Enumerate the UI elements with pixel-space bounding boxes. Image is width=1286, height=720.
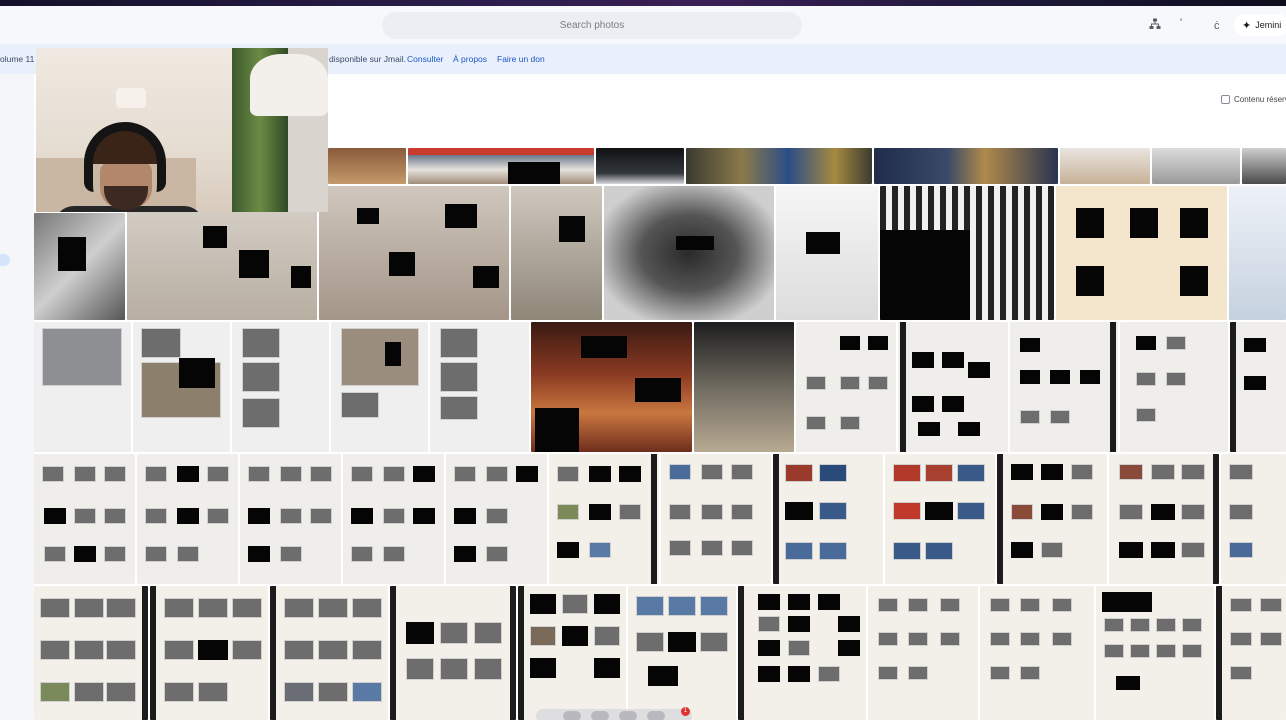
photo-thumbnail[interactable] (1230, 322, 1286, 452)
photo-thumbnail[interactable] (343, 454, 444, 584)
photo-thumbnail[interactable] (531, 322, 692, 452)
photo-thumbnail[interactable] (596, 148, 684, 184)
search-input[interactable]: Search photos (560, 20, 625, 31)
webcam-hanging-hat (250, 54, 328, 116)
sitemap-icon[interactable] (1149, 18, 1161, 34)
photo-thumbnail[interactable] (1096, 586, 1214, 720)
photo-thumbnail[interactable] (1010, 322, 1118, 452)
photo-thumbnail[interactable] (776, 186, 878, 320)
photo-thumbnail[interactable] (1152, 148, 1240, 184)
photo-thumbnail[interactable] (1242, 148, 1286, 184)
photo-thumbnail[interactable] (446, 454, 547, 584)
photo-thumbnail[interactable] (661, 454, 771, 584)
photo-thumbnail[interactable] (549, 454, 659, 584)
photo-thumbnail[interactable] (150, 586, 268, 720)
photo-thumbnail[interactable] (738, 586, 866, 720)
banner-link-apropos[interactable]: À propos (453, 54, 487, 64)
photo-thumbnail[interactable] (390, 586, 516, 720)
photo-thumbnail[interactable] (133, 322, 230, 452)
banner-volume-text: olume 11 (0, 54, 35, 64)
photo-thumbnail[interactable] (34, 213, 125, 320)
banner-link-don[interactable]: Faire un don (497, 54, 545, 64)
photo-thumbnail[interactable] (1060, 148, 1150, 184)
photo-thumbnail[interactable] (319, 186, 509, 320)
gemini-label: Jemini (1255, 20, 1282, 30)
photo-thumbnail[interactable] (686, 148, 872, 184)
photo-thumbnail[interactable] (997, 454, 1107, 584)
photo-thumbnail[interactable] (1120, 322, 1228, 452)
webcam-person-headphones (84, 122, 166, 192)
dock-app-icon[interactable] (619, 711, 637, 720)
taskbar-dock: 1 (536, 707, 692, 720)
photo-thumbnail[interactable] (604, 186, 774, 320)
photo-thumbnail[interactable] (1216, 586, 1286, 720)
banner-link-consulter[interactable]: Consulter (407, 54, 443, 64)
photo-thumbnail[interactable] (898, 322, 1008, 452)
photo-thumbnail[interactable] (885, 454, 995, 584)
photo-thumbnail[interactable] (137, 454, 238, 584)
photo-thumbnail[interactable] (773, 454, 883, 584)
notification-badge: 1 (681, 707, 690, 716)
photo-thumbnail[interactable] (880, 186, 1054, 320)
dock-app-icon[interactable] (591, 711, 609, 720)
webcam-overlay (36, 48, 328, 212)
dock-app-icon[interactable] (563, 711, 581, 720)
top-bar: Search photos ' ċ ✦ Jemini (0, 6, 1286, 44)
photo-thumbnail[interactable] (240, 454, 341, 584)
restricted-content-label: Contenu réserv (1234, 95, 1286, 104)
photo-thumbnail[interactable] (270, 586, 388, 720)
photo-thumbnail[interactable] (796, 322, 896, 452)
photo-thumbnail[interactable] (980, 586, 1094, 720)
photo-thumbnail[interactable] (518, 586, 626, 720)
photo-thumbnail[interactable] (511, 186, 602, 320)
photo-gallery-page: Search photos ' ċ ✦ Jemini olume 11 disp… (0, 0, 1286, 720)
nav-active-indicator[interactable] (0, 254, 10, 266)
photo-thumbnail[interactable] (1221, 454, 1286, 584)
search-bar[interactable]: Search photos (382, 12, 802, 39)
left-navigation (0, 74, 34, 720)
photo-thumbnail[interactable] (232, 322, 329, 452)
photo-thumbnail[interactable] (1056, 186, 1227, 320)
photo-thumbnail[interactable] (694, 322, 794, 452)
refresh-icon[interactable]: ċ (1214, 19, 1220, 33)
photo-thumbnail[interactable] (34, 322, 131, 452)
dock-app-icon[interactable] (647, 711, 665, 720)
restricted-content-filter[interactable]: Contenu réserv (1221, 95, 1286, 104)
restricted-content-checkbox[interactable] (1221, 95, 1230, 104)
dot-icon[interactable]: ' (1180, 16, 1182, 30)
banner-notice-text: disponible sur Jmail. (329, 54, 407, 64)
photo-thumbnail[interactable] (1229, 186, 1286, 320)
photo-thumbnail[interactable] (34, 586, 148, 720)
photo-thumbnail[interactable] (34, 454, 135, 584)
photo-thumbnail[interactable] (328, 148, 406, 184)
photo-thumbnail[interactable] (430, 322, 529, 452)
photo-thumbnail[interactable] (874, 148, 1058, 184)
webcam-lamp (116, 88, 146, 108)
photo-thumbnail[interactable] (408, 148, 594, 184)
gemini-button[interactable]: ✦ Jemini (1234, 14, 1286, 36)
photo-thumbnail[interactable] (868, 586, 978, 720)
webcam-person (54, 122, 204, 212)
photo-thumbnail[interactable] (331, 322, 428, 452)
photo-thumbnail[interactable] (628, 586, 736, 720)
photo-thumbnail[interactable] (1109, 454, 1219, 584)
sparkle-icon: ✦ (1242, 19, 1252, 32)
